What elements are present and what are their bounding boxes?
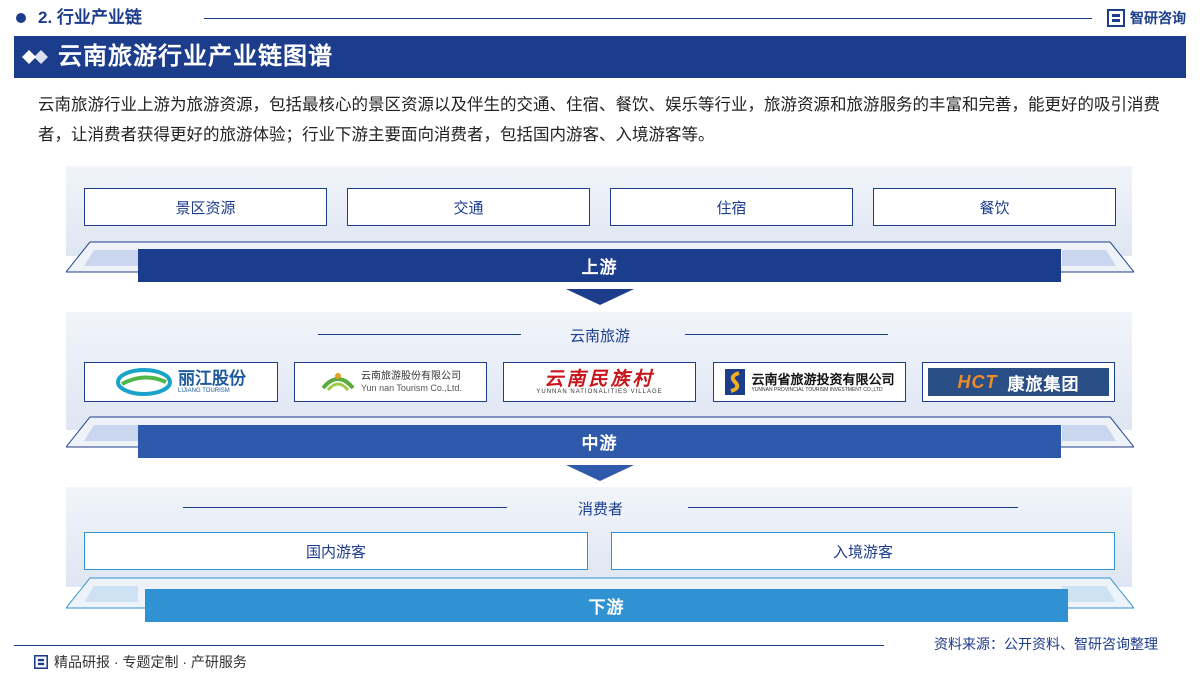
upstream-item-transport: 交通 [347, 188, 590, 226]
yunnan-tourism-en: Yun nan Tourism Co.,Ltd. [361, 383, 462, 393]
diamond-icon [22, 50, 48, 64]
section-title: 2. 行业产业链 [38, 8, 142, 27]
divider [318, 334, 521, 335]
yunnan-tourism-emblem-icon [321, 373, 355, 392]
intro-paragraph: 云南旅游行业上游为旅游资源，包括最核心的景区资源以及伴生的交通、住宿、餐饮、娱乐… [38, 96, 1160, 144]
logo-nationalities-village: 云南民族村 YUNNAN NATIONALITIES VILLAGE [503, 362, 696, 402]
logo-hct: HCT 康旅集团 [922, 362, 1115, 402]
upstream-item-scenic: 景区资源 [84, 188, 327, 226]
down-arrow-icon [566, 465, 634, 481]
logo-yunnan-tourism: 云南旅游股份有限公司 Yun nan Tourism Co.,Ltd. [294, 362, 487, 402]
down-arrow-icon [566, 289, 634, 305]
footer-divider [14, 645, 884, 646]
downstream-item-inbound: 入境游客 [611, 532, 1115, 570]
hct-name: 康旅集团 [1007, 374, 1080, 394]
ytig-name: 云南省旅游投资有限公司 [751, 371, 895, 387]
bullet-icon [16, 13, 26, 23]
ytig-en: YUNNAN PROVINCIAL TOURISM INVESTMENT CO.… [751, 386, 883, 393]
brand-logo-icon [1107, 9, 1125, 27]
brand-name: 智研咨询 [1130, 10, 1186, 26]
downstream-label: 下游 [145, 589, 1068, 622]
upstream-item-lodging: 住宿 [610, 188, 853, 226]
midstream-title: 云南旅游 [570, 328, 631, 345]
logo-lijiang: 丽江股份 LIJIANG TOURISM [84, 362, 278, 402]
lijiang-emblem-icon [116, 368, 172, 396]
downstream-title: 消费者 [578, 501, 624, 518]
lijiang-subtitle: LIJIANG TOURISM [178, 388, 230, 394]
village-en: YUNNAN NATIONALITIES VILLAGE [536, 389, 663, 395]
title-bar: 云南旅游行业产业链图谱 [14, 36, 1186, 78]
upstream-label: 上游 [138, 249, 1061, 282]
lijiang-name: 丽江股份 [178, 369, 246, 388]
downstream-item-domestic: 国内游客 [84, 532, 588, 570]
hct-mark: HCT [957, 371, 998, 392]
section-header: 2. 行业产业链 智研咨询 [14, 6, 1186, 30]
ytig-emblem-icon [725, 369, 746, 395]
divider [204, 18, 1092, 19]
divider [688, 507, 1018, 508]
divider [183, 507, 507, 508]
page-title: 云南旅游行业产业链图谱 [58, 43, 333, 70]
divider [685, 334, 888, 335]
village-name: 云南民族村 [544, 368, 655, 390]
footer-tagline: 精品研报 · 专题定制 · 产研服务 [34, 652, 247, 672]
midstream-label: 中游 [138, 425, 1061, 458]
tagline-text: 精品研报 · 专题定制 · 产研服务 [54, 654, 247, 670]
logo-tourism-investment: 云南省旅游投资有限公司 YUNNAN PROVINCIAL TOURISM IN… [713, 362, 906, 402]
brand-logo-icon [34, 655, 48, 669]
brand: 智研咨询 [1107, 6, 1186, 30]
upstream-item-catering: 餐饮 [873, 188, 1116, 226]
yunnan-tourism-name: 云南旅游股份有限公司 [361, 371, 462, 382]
source-note: 资料来源：公开资料、智研咨询整理 [934, 636, 1158, 652]
